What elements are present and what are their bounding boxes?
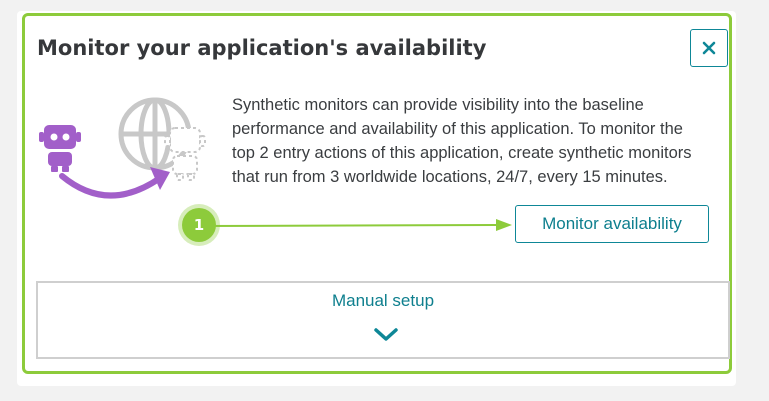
description-text: Synthetic monitors can provide visibilit… [232,96,692,186]
step-arrow [199,219,512,231]
curved-arrow-icon [59,173,163,199]
monitor-availability-button[interactable]: Monitor availability [515,205,709,243]
manual-setup-panel[interactable]: Manual setup [36,281,730,359]
synthetic-monitor-illustration [39,97,206,199]
close-icon [702,41,716,55]
dialog-title: Monitor your application's availability [37,36,487,60]
step-badge: 1 [182,208,216,242]
close-button[interactable] [690,29,728,67]
manual-setup-label: Manual setup [331,291,435,310]
robot-icon [39,125,81,172]
chevron-down-icon[interactable] [373,327,399,343]
